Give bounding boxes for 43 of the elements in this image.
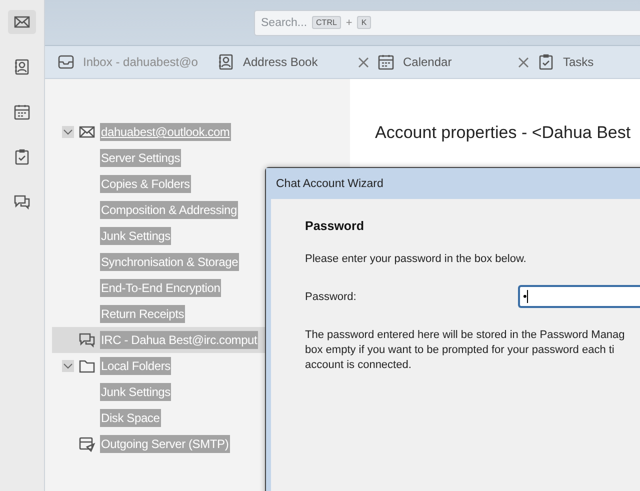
instruction-text: Please enter your password in the box below. <box>305 253 528 265</box>
address-book-icon <box>13 58 31 76</box>
tree-item[interactable]: Synchronisation & Storage <box>100 253 240 271</box>
tab[interactable]: Calendar <box>377 46 537 78</box>
server-icon <box>78 435 96 453</box>
tree-item[interactable]: Disk Space <box>100 409 161 427</box>
search-field[interactable]: Search... CTRL + K <box>254 10 640 36</box>
account-name[interactable]: dahuabest@outlook.com <box>100 123 231 141</box>
tab[interactable]: Inbox - dahuabest@o <box>57 46 217 78</box>
tree-item[interactable]: End-To-End Encryption <box>100 279 222 297</box>
keyboard-key: CTRL <box>312 16 341 29</box>
close-icon[interactable] <box>518 56 529 68</box>
account-name[interactable]: Outgoing Server (SMTP) <box>100 435 230 453</box>
expander-twisty[interactable] <box>62 126 74 138</box>
calendar-icon <box>13 103 31 121</box>
dialog-title: Chat Account Wizard <box>266 168 640 199</box>
tree-item[interactable]: Copies & Folders <box>100 175 191 193</box>
expander-twisty[interactable] <box>62 360 74 372</box>
chat-bubbles-icon <box>78 331 96 349</box>
clipboard-icon <box>537 53 555 71</box>
address-book-icon <box>217 53 235 71</box>
tab[interactable]: Address Book <box>217 46 377 78</box>
account-name[interactable]: IRC - Dahua Best@irc.comput <box>100 331 258 349</box>
page-title: Account properties - <Dahua Best <box>375 123 632 143</box>
field-label: Password: <box>305 290 358 302</box>
clipboard-icon <box>13 148 31 166</box>
tree-item[interactable]: Junk Settings <box>100 227 172 245</box>
tree-item[interactable]: Junk Settings <box>100 383 172 401</box>
password-field[interactable]: • <box>518 285 640 308</box>
plus-sign: + <box>346 16 352 28</box>
space-button[interactable] <box>8 10 36 34</box>
section-heading: Password <box>305 219 366 233</box>
calendar-icon <box>377 53 395 71</box>
chat-bubbles-icon <box>13 193 31 211</box>
keyboard-key: K <box>357 16 371 29</box>
account-name[interactable]: Local Folders <box>100 357 172 375</box>
inbox-icon <box>57 53 75 71</box>
tree-item[interactable]: Composition & Addressing <box>100 201 238 219</box>
tree-item[interactable]: Server Settings <box>100 149 182 167</box>
close-icon[interactable] <box>358 56 369 68</box>
tree-item[interactable]: Return Receipts <box>100 305 186 323</box>
tab[interactable]: Tasks <box>537 46 640 78</box>
search-placeholder: Search... <box>261 16 308 28</box>
